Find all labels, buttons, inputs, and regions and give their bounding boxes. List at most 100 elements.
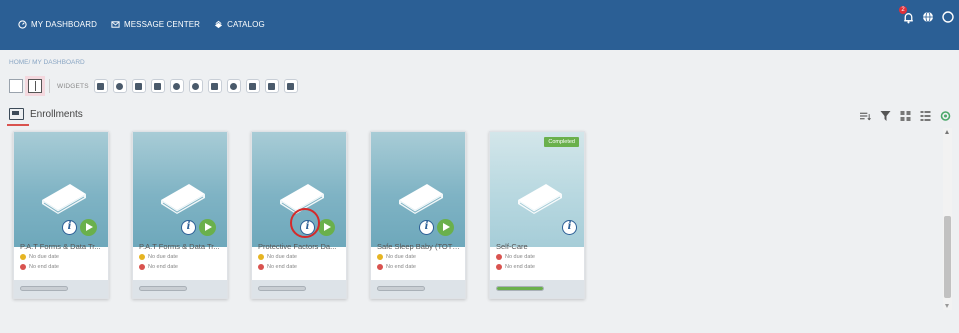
book-icon [399,184,443,214]
play-icon[interactable] [437,219,454,236]
help-button[interactable] [941,10,955,24]
widget-button-10[interactable] [264,79,279,93]
widget-icon [249,82,257,90]
widget-icon [230,82,238,90]
card-footer [14,280,108,298]
due-date-text: No due date [267,254,297,260]
card-footer [133,280,227,298]
toolbar-divider [49,79,50,93]
progress-bar [139,286,187,291]
top-navigation-bar: MY DASHBOARD MESSAGE CENTER CATALOG 2 [0,0,959,50]
enrollments-header: Enrollments [9,108,83,120]
info-icon[interactable]: i [419,220,434,235]
language-button[interactable] [921,10,935,24]
scroll-up-arrow[interactable] [945,130,949,134]
due-date-text: No due date [29,254,59,260]
widget-button-6[interactable] [188,79,203,93]
widgets-label: WIDGETS [57,82,89,90]
widget-icon [154,82,162,90]
vertical-scrollbar[interactable] [943,128,952,310]
breadcrumb-current: / MY DASHBOARD [28,59,85,66]
help-icon [942,11,954,23]
info-icon[interactable]: i [562,220,577,235]
widget-button-9[interactable] [245,79,260,93]
end-date: No end date [258,264,297,270]
message-icon [111,21,120,28]
play-icon[interactable] [199,219,216,236]
course-title: Safe Sleep Baby (TOT)... [377,242,461,251]
widget-button-5[interactable] [169,79,184,93]
main-nav: MY DASHBOARD MESSAGE CENTER CATALOG [18,20,265,29]
nav-my-dashboard-label: MY DASHBOARD [31,20,97,29]
due-date: No due date [377,254,416,260]
due-date: No due date [496,254,535,260]
card-footer [371,280,465,298]
due-date: No due date [20,254,59,260]
widget-icon [268,82,276,90]
play-icon[interactable] [80,219,97,236]
due-date-icon [496,254,502,260]
breadcrumb: HOME/ MY DASHBOARD [9,59,85,66]
end-date-text: No end date [386,264,416,270]
scroll-thumb[interactable] [944,216,951,298]
widget-icon [97,82,105,90]
end-date: No end date [496,264,535,270]
end-date-icon [139,264,145,270]
scroll-down-arrow[interactable] [945,304,949,308]
single-column-layout-button[interactable] [9,79,23,93]
card-footer [252,280,346,298]
end-date: No end date [20,264,59,270]
widget-button-8[interactable] [226,79,241,93]
enrollment-card[interactable]: Completed i Self-Care No due date No end… [489,131,585,299]
end-date-icon [496,264,502,270]
book-icon [518,184,562,214]
book-icon [42,184,86,214]
course-title: Self-Care [496,242,528,251]
widget-button-2[interactable] [112,79,127,93]
widget-button-7[interactable] [207,79,222,93]
nav-catalog[interactable]: CATALOG [214,20,265,29]
nav-message-center[interactable]: MESSAGE CENTER [111,20,200,29]
two-column-layout-button[interactable] [28,79,42,93]
widget-icon [192,82,200,90]
end-date-text: No end date [148,264,178,270]
enrollment-card[interactable]: i Protective Factors Da... No due date N… [251,131,347,299]
enrollment-card[interactable]: i Safe Sleep Baby (TOT)... No due date N… [370,131,466,299]
widget-icon [135,82,143,90]
widget-button-11[interactable] [283,79,298,93]
info-icon[interactable]: i [181,220,196,235]
widget-button-3[interactable] [131,79,146,93]
progress-bar [20,286,68,291]
progress-bar [377,286,425,291]
due-date: No due date [258,254,297,260]
card-footer [490,280,584,298]
due-date: No due date [139,254,178,260]
filter-icon[interactable] [880,111,891,121]
widget-button-4[interactable] [150,79,165,93]
course-title: P.A.T Forms & Data Tr... [20,242,101,251]
nav-my-dashboard[interactable]: MY DASHBOARD [18,20,97,29]
due-date-icon [139,254,145,260]
progress-bar [496,286,544,291]
sort-icon[interactable] [860,111,871,121]
widget-icon [287,82,295,90]
list-view-icon[interactable] [920,111,931,121]
nav-catalog-label: CATALOG [227,20,265,29]
breadcrumb-home[interactable]: HOME [9,59,29,66]
widget-icon [116,82,124,90]
progress-fill [497,287,543,290]
enrollment-card[interactable]: i P.A.T Forms & Data Tr... No due date N… [132,131,228,299]
widget-icon [211,82,219,90]
info-icon[interactable]: i [62,220,77,235]
widget-enrollments-button[interactable] [93,79,108,93]
end-date: No end date [377,264,416,270]
refresh-icon[interactable] [940,111,951,121]
grid-view-icon[interactable] [900,111,911,121]
progress-bar [258,286,306,291]
end-date-icon [20,264,26,270]
play-icon[interactable] [318,219,335,236]
dashboard-icon [18,20,27,29]
notifications-button[interactable]: 2 [899,6,915,24]
notification-count-badge: 2 [899,6,907,14]
enrollment-card[interactable]: i P.A.T Forms & Data Tr... No due date N… [13,131,109,299]
